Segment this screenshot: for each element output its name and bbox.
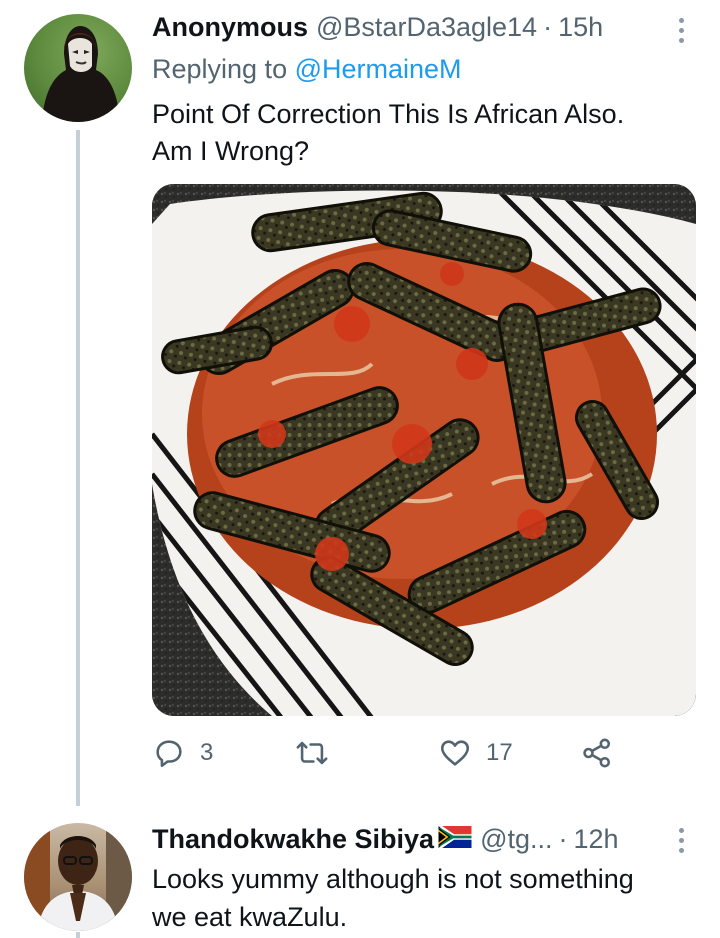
tweet-photo[interactable] xyxy=(152,184,696,716)
reply-button[interactable]: 3 xyxy=(152,736,213,770)
avatar[interactable] xyxy=(24,14,132,122)
user-handle[interactable]: @BstarDa3agle14 xyxy=(316,12,537,43)
like-icon xyxy=(440,740,470,766)
user-handle[interactable]: @tg... xyxy=(480,824,552,855)
man-praying-avatar-image xyxy=(24,823,132,931)
replying-mention[interactable]: @HermaineM xyxy=(295,54,462,84)
separator-dot: · xyxy=(543,12,553,42)
tweet-text-line: Am I Wrong? xyxy=(152,136,310,166)
more-icon[interactable] xyxy=(666,820,696,860)
tweet-header: Thandokwakhe Sibiya @tg... · 12h xyxy=(152,824,619,855)
tweet-actions: 3 17 xyxy=(152,736,712,780)
reply-count: 3 xyxy=(200,739,214,766)
tweet-text-line: Point Of Correction This Is African Also… xyxy=(152,99,625,129)
like-button[interactable]: 17 xyxy=(438,736,513,770)
tweet-text-line: Looks yummy although is not something xyxy=(152,864,634,894)
thread-line xyxy=(76,130,80,806)
tweet[interactable]: Thandokwakhe Sibiya @tg... · 12h Looks y… xyxy=(0,806,720,938)
timestamp[interactable]: 12h xyxy=(574,824,619,855)
tweet-text-line: we eat kwaZulu. xyxy=(152,902,348,932)
replying-to: Replying to @HermaineM xyxy=(152,54,462,85)
south-africa-flag-icon xyxy=(438,826,472,848)
timestamp[interactable]: 15h xyxy=(558,12,603,43)
tweet[interactable]: Anonymous @BstarDa3agle14 · 15h Replying… xyxy=(0,0,720,806)
tweet-header: Anonymous @BstarDa3agle14 · 15h xyxy=(152,12,603,43)
tweet-text: Looks yummy although is not something we… xyxy=(152,860,702,936)
replying-prefix: Replying to xyxy=(152,54,288,84)
separator-dot: · xyxy=(558,824,568,854)
like-count: 17 xyxy=(486,739,513,766)
avatar[interactable] xyxy=(24,823,132,931)
display-name[interactable]: Thandokwakhe Sibiya xyxy=(152,824,434,855)
mopane-worms-dish-image xyxy=(152,184,696,716)
hooded-figure-avatar-image xyxy=(42,26,120,122)
reply-icon xyxy=(156,740,182,768)
retweet-icon xyxy=(296,741,328,765)
thread-line xyxy=(76,932,80,938)
share-button[interactable] xyxy=(580,736,614,770)
display-name[interactable]: Anonymous xyxy=(152,12,308,43)
tweet-text: Point Of Correction This Is African Also… xyxy=(152,96,702,170)
share-icon xyxy=(583,738,611,768)
more-icon[interactable] xyxy=(666,10,696,50)
retweet-button[interactable] xyxy=(294,736,330,770)
